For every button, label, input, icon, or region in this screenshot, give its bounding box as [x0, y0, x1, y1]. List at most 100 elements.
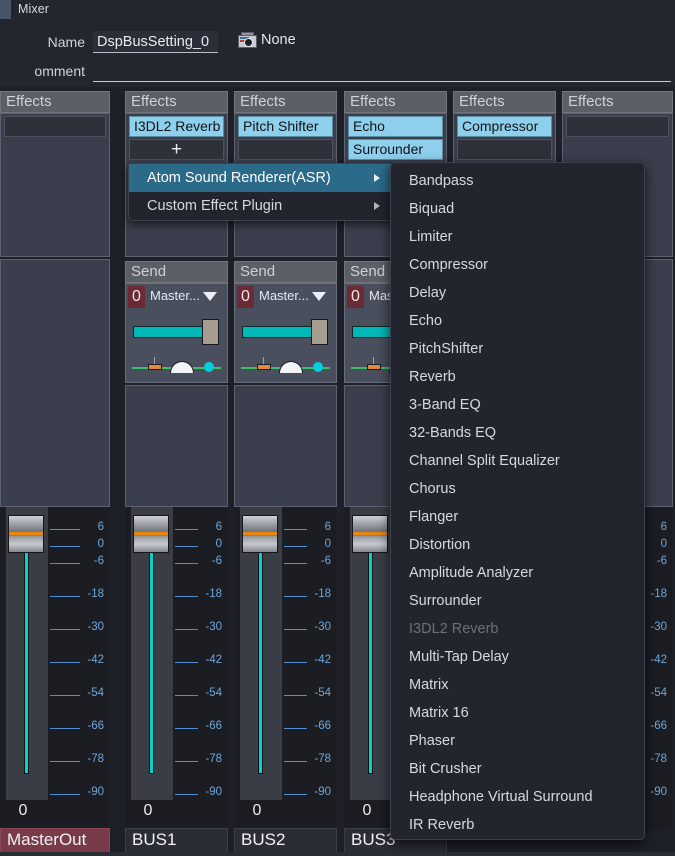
effect-menu-item[interactable]: Compressor	[391, 251, 644, 279]
fader-track[interactable]	[368, 529, 373, 774]
effect-slot[interactable]: Pitch Shifter	[238, 116, 333, 137]
effect-slot[interactable]: Compressor	[457, 116, 552, 137]
effect-menu-item[interactable]: Limiter	[391, 223, 644, 251]
effect-slot[interactable]: Echo	[348, 116, 443, 137]
meter-tick	[50, 695, 80, 696]
channel-name-label: BUS1	[132, 830, 177, 849]
effect-menu-item[interactable]: 32-Bands EQ	[391, 419, 644, 447]
meter-scale: 6 0 -6 -18 -30 -42 -54 -66 -78 -90	[50, 507, 106, 828]
effect-menu-item[interactable]: 3-Band EQ	[391, 391, 644, 419]
effects-header-label: Effects	[459, 93, 505, 110]
send-destination[interactable]: Master...	[150, 288, 200, 303]
effect-menu-item[interactable]: Echo	[391, 307, 644, 335]
fader-track[interactable]	[149, 529, 154, 774]
effect-slot[interactable]: I3DL2 Reverb	[129, 116, 224, 137]
effects-header: Effects	[234, 91, 337, 113]
send-level-slider[interactable]	[133, 326, 204, 338]
send-header: Send	[125, 261, 228, 283]
fader-value[interactable]: 0	[344, 800, 390, 828]
effect-menu-item[interactable]: Bandpass	[391, 167, 644, 195]
chevron-down-icon[interactable]	[203, 292, 217, 301]
meter-area: 6 0 -6 -18 -30 -42 -54 -66 -78 -90 0	[0, 507, 110, 830]
context-menu-item[interactable]: Custom Effect Plugin	[129, 192, 392, 220]
channel-name-plate[interactable]: MasterOut	[0, 828, 110, 853]
snapshot-button[interactable]: None	[238, 32, 296, 48]
fader-track[interactable]	[24, 529, 29, 774]
meter-tick	[175, 728, 198, 729]
meter-scale: 6 0 -6 -18 -30 -42 -54 -66 -78 -90	[175, 507, 224, 828]
effect-slot-empty[interactable]	[4, 116, 106, 137]
effect-menu-item[interactable]: Distortion	[391, 531, 644, 559]
submenu-arrow-icon	[374, 202, 380, 210]
effect-menu-item-label: Headphone Virtual Surround	[409, 789, 593, 805]
effect-menu-item[interactable]: Reverb	[391, 363, 644, 391]
effect-menu-item[interactable]: Delay	[391, 279, 644, 307]
effect-slot-label: Pitch Shifter	[243, 118, 319, 134]
chevron-down-icon[interactable]	[312, 292, 326, 301]
effect-menu-item[interactable]: Bit Crusher	[391, 755, 644, 783]
horizontal-scrollbar[interactable]	[0, 852, 675, 856]
send-destination[interactable]: Master...	[259, 288, 309, 303]
comment-input[interactable]	[93, 60, 671, 82]
effect-menu-item-label: Delay	[409, 285, 447, 301]
strip-filler	[125, 385, 228, 507]
send-level-slider[interactable]	[242, 326, 313, 338]
effect-menu-item[interactable]: Amplitude Analyzer	[391, 559, 644, 587]
effect-menu-item[interactable]: Phaser	[391, 727, 644, 755]
channel-name-plate[interactable]: BUS1	[125, 828, 228, 853]
meter-tick	[175, 761, 198, 762]
mixer-window: Mixer Name None omment Effects 6 0 -6 -18 -3…	[0, 0, 675, 856]
meter-scale: 6 0 -6 -18 -30 -42 -54 -66 -78 -90	[284, 507, 333, 828]
effect-slot-empty[interactable]	[566, 116, 669, 137]
add-effect-button[interactable]: +	[129, 139, 224, 160]
effects-header: Effects	[344, 91, 447, 113]
fader-value-label: 0	[252, 802, 262, 819]
effect-submenu: Bandpass Biquad Limiter Compressor Delay Echo…	[390, 162, 645, 840]
fader-value[interactable]: 0	[0, 800, 46, 828]
send-level-knob[interactable]	[202, 319, 219, 345]
effect-menu-item[interactable]: Headphone Virtual Surround	[391, 783, 644, 811]
fader-handle[interactable]	[352, 515, 388, 553]
meter-tick-label: -18	[205, 588, 222, 600]
meter-tick-label: -30	[314, 621, 331, 633]
fader-value[interactable]: 0	[234, 800, 280, 828]
effect-slot-label: Compressor	[462, 118, 539, 134]
meter-tick-label: 6	[215, 521, 222, 533]
send-pan-control[interactable]	[132, 356, 221, 378]
fader-value[interactable]: 0	[125, 800, 171, 828]
effect-slot[interactable]: Surrounder	[348, 139, 443, 160]
name-input[interactable]	[93, 31, 218, 53]
effect-menu-item[interactable]: Flanger	[391, 503, 644, 531]
channel-name-label: BUS2	[241, 830, 286, 849]
channel-name-plate[interactable]: BUS2	[234, 828, 337, 853]
meter-tick-label: -42	[314, 654, 331, 666]
effect-slot-empty[interactable]	[238, 139, 333, 160]
send-header-label: Send	[131, 263, 167, 280]
effect-menu-item[interactable]: Surrounder	[391, 587, 644, 615]
meter-tick	[50, 629, 80, 630]
send-pan-control[interactable]	[241, 356, 330, 378]
effect-menu-item[interactable]: Biquad	[391, 195, 644, 223]
effect-menu-item[interactable]: IR Reverb	[391, 811, 644, 839]
effect-menu-item[interactable]: Multi-Tap Delay	[391, 643, 644, 671]
effect-menu-item-label: Channel Split Equalizer	[409, 453, 560, 469]
effect-menu-item[interactable]: Channel Split Equalizer	[391, 447, 644, 475]
fader-handle[interactable]	[242, 515, 278, 553]
fader-value-label: 0	[143, 802, 153, 819]
fader-handle[interactable]	[133, 515, 169, 553]
send-header-label: Send	[240, 263, 276, 280]
send-level-knob[interactable]	[311, 319, 328, 345]
meter-tick-label: -54	[314, 687, 331, 699]
effect-menu-item[interactable]: PitchShifter	[391, 335, 644, 363]
fader-handle[interactable]	[8, 515, 44, 553]
meter-tick	[50, 728, 80, 729]
effect-slot-empty[interactable]	[457, 139, 552, 160]
meter-tick	[50, 662, 80, 663]
effect-menu-item[interactable]: Chorus	[391, 475, 644, 503]
effect-menu-item[interactable]: Matrix	[391, 671, 644, 699]
meter-tick	[284, 695, 307, 696]
fader-track[interactable]	[258, 529, 263, 774]
effects-header-label: Effects	[6, 93, 52, 110]
effect-menu-item[interactable]: Matrix 16	[391, 699, 644, 727]
context-menu-item[interactable]: Atom Sound Renderer(ASR)	[129, 164, 392, 192]
